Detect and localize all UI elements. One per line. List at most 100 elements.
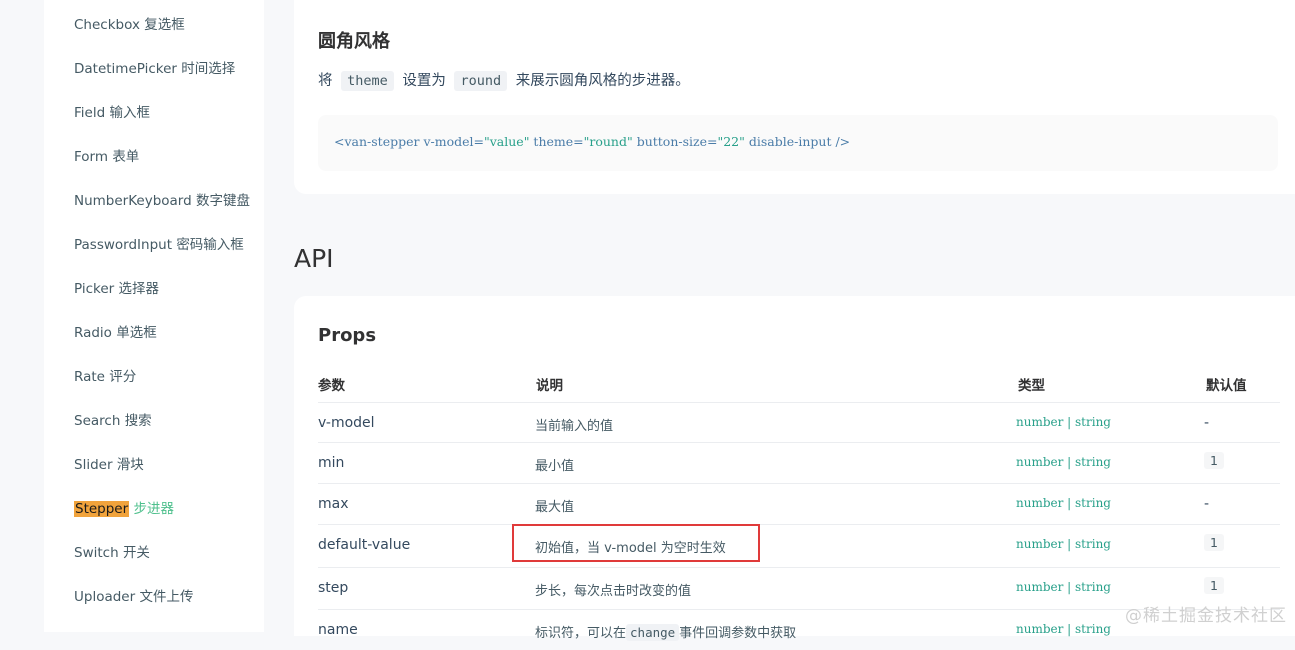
column-header-default: 默认值 xyxy=(1206,378,1247,394)
desc-text: 事件回调参数中获取 xyxy=(679,626,797,641)
desc-text: 将 xyxy=(318,73,333,89)
desc-text: 标识符，可以在 xyxy=(535,626,627,641)
type-cell: number | string xyxy=(1016,455,1111,469)
code-token: button-size= xyxy=(632,134,718,149)
sidebar-item-label: NumberKeyboard xyxy=(74,193,192,209)
sidebar-item-cn: 滑块 xyxy=(116,457,144,473)
sidebar-item-datetimepicker[interactable]: DatetimePicker 时间选择 xyxy=(74,59,235,79)
sidebar-item-form[interactable]: Form 表单 xyxy=(74,147,139,167)
sidebar-item-cn: 输入框 xyxy=(109,105,150,121)
param-cell: max xyxy=(318,496,349,512)
props-card: Props 参数 说明 类型 默认值 v-model 当前输入的值 number… xyxy=(294,296,1295,641)
sidebar-item-label: Switch xyxy=(74,545,119,561)
type-cell: number | string xyxy=(1016,496,1111,510)
sidebar-item-cn: 表单 xyxy=(112,149,140,165)
sidebar-item-label: Radio xyxy=(74,325,112,341)
sidebar-item-search[interactable]: Search 搜索 xyxy=(74,411,152,431)
desc-cell: 当前输入的值 xyxy=(535,419,614,434)
sidebar-item-slider[interactable]: Slider 滑块 xyxy=(74,455,144,475)
highlight-box xyxy=(512,524,760,562)
sidebar-item-label: Search xyxy=(74,413,121,429)
sidebar-item-label: Stepper xyxy=(74,501,130,517)
desc-cell: 最大值 xyxy=(535,500,575,515)
table-row: max 最大值 number | string - xyxy=(318,483,1280,524)
param-cell: v-model xyxy=(318,415,375,431)
code-token: theme= xyxy=(529,134,584,149)
default-cell: - xyxy=(1204,415,1210,431)
section-title: 圆角风格 xyxy=(318,31,390,52)
sidebar-item-cn: 复选框 xyxy=(144,17,185,33)
sidebar-item-cn: 文件上传 xyxy=(139,589,194,605)
type-cell: number | string xyxy=(1016,415,1111,429)
code-string: "round" xyxy=(583,134,633,149)
table-row: v-model 当前输入的值 number | string - xyxy=(318,402,1280,443)
default-badge: 1 xyxy=(1204,452,1224,469)
sidebar-item-cn: 数字键盘 xyxy=(196,193,250,209)
param-cell: min xyxy=(318,455,345,471)
api-heading: API xyxy=(294,244,334,273)
desc-cell: 最小值 xyxy=(535,459,575,474)
param-cell: default-value xyxy=(318,537,411,553)
sidebar-item-label: Field xyxy=(74,105,106,121)
desc-text: 来展示圆角风格的步进器。 xyxy=(515,73,690,89)
round-style-card: 圆角风格 将 theme 设置为 round 来展示圆角风格的步进器。 <van… xyxy=(294,0,1295,194)
sidebar-item-cn: 开关 xyxy=(122,545,150,561)
section-description: 将 theme 设置为 round 来展示圆角风格的步进器。 xyxy=(318,70,690,92)
sidebar-item-cn: 密码输入框 xyxy=(176,237,244,253)
column-header-type: 类型 xyxy=(1018,378,1045,394)
type-cell: number | string xyxy=(1016,537,1111,551)
desc-cell: 步长，每次点击时改变的值 xyxy=(535,584,692,599)
sidebar-item-cn: 选择器 xyxy=(118,281,160,297)
sidebar-item-label: Rate xyxy=(74,369,105,385)
sidebar-item-cn: 单选框 xyxy=(116,325,157,341)
sidebar-item-label: Slider xyxy=(74,457,113,473)
sidebar-item-cn: 时间选择 xyxy=(181,61,236,77)
sidebar-item-passwordinput[interactable]: PasswordInput 密码输入框 xyxy=(74,235,244,255)
code-string: "value" xyxy=(483,134,530,149)
type-cell: number | string xyxy=(1016,580,1111,594)
sidebar-item-label: DatetimePicker xyxy=(74,61,177,77)
default-badge: 1 xyxy=(1204,577,1224,594)
type-cell: number | string xyxy=(1016,622,1111,636)
sidebar-item-stepper[interactable]: Stepper 步进器 xyxy=(74,499,174,519)
sidebar-item-label: PasswordInput xyxy=(74,237,173,253)
code-string: "22" xyxy=(717,134,745,149)
inline-code-change: change xyxy=(626,624,680,641)
default-cell: - xyxy=(1204,496,1210,512)
sidebar-item-cn: 评分 xyxy=(109,369,137,385)
default-badge: 1 xyxy=(1204,534,1224,551)
props-title: Props xyxy=(318,325,377,346)
table-row: default-value 初始值，当 v-model 为空时生效 number… xyxy=(318,524,1280,567)
inline-code-round: round xyxy=(454,71,508,91)
sidebar-item-label: Picker xyxy=(74,281,115,297)
sidebar-item-uploader[interactable]: Uploader 文件上传 xyxy=(74,587,193,607)
inline-code-theme: theme xyxy=(341,71,394,91)
sidebar-item-picker[interactable]: Picker 选择器 xyxy=(74,279,159,299)
table-row: min 最小值 number | string 1 xyxy=(318,442,1280,483)
param-cell: name xyxy=(318,622,358,638)
default-cell: 1 xyxy=(1204,577,1224,594)
code-token: <van-stepper v-model= xyxy=(334,134,484,149)
default-cell: 1 xyxy=(1204,452,1224,469)
watermark: @稀土掘金技术社区 xyxy=(1125,606,1287,626)
default-cell: 1 xyxy=(1204,534,1224,551)
sidebar-item-radio[interactable]: Radio 单选框 xyxy=(74,323,157,343)
sidebar-item-field[interactable]: Field 输入框 xyxy=(74,103,150,123)
column-header-desc: 说明 xyxy=(536,378,563,394)
sidebar-nav: Checkbox 复选框 DatetimePicker 时间选择 Field 输… xyxy=(44,0,264,632)
code-block: <van-stepper v-model="value" theme="roun… xyxy=(318,115,1278,171)
sidebar-item-numberkeyboard[interactable]: NumberKeyboard 数字键盘 xyxy=(74,191,250,211)
sidebar-item-cn: 搜索 xyxy=(124,413,152,429)
desc-text: 设置为 xyxy=(402,73,446,89)
sidebar-item-label: Checkbox xyxy=(74,17,140,33)
param-cell: step xyxy=(318,580,349,596)
sidebar-item-rate[interactable]: Rate 评分 xyxy=(74,367,136,387)
sidebar-item-checkbox[interactable]: Checkbox 复选框 xyxy=(74,15,185,35)
sidebar-item-switch[interactable]: Switch 开关 xyxy=(74,543,150,563)
sidebar-item-label: Uploader xyxy=(74,589,136,605)
column-header-param: 参数 xyxy=(318,378,345,394)
sidebar-item-cn: 步进器 xyxy=(133,501,174,517)
sidebar-item-label: Form xyxy=(74,149,109,165)
code-token: disable-input /> xyxy=(744,134,851,149)
code-line: <van-stepper v-model="value" theme="roun… xyxy=(334,134,850,149)
